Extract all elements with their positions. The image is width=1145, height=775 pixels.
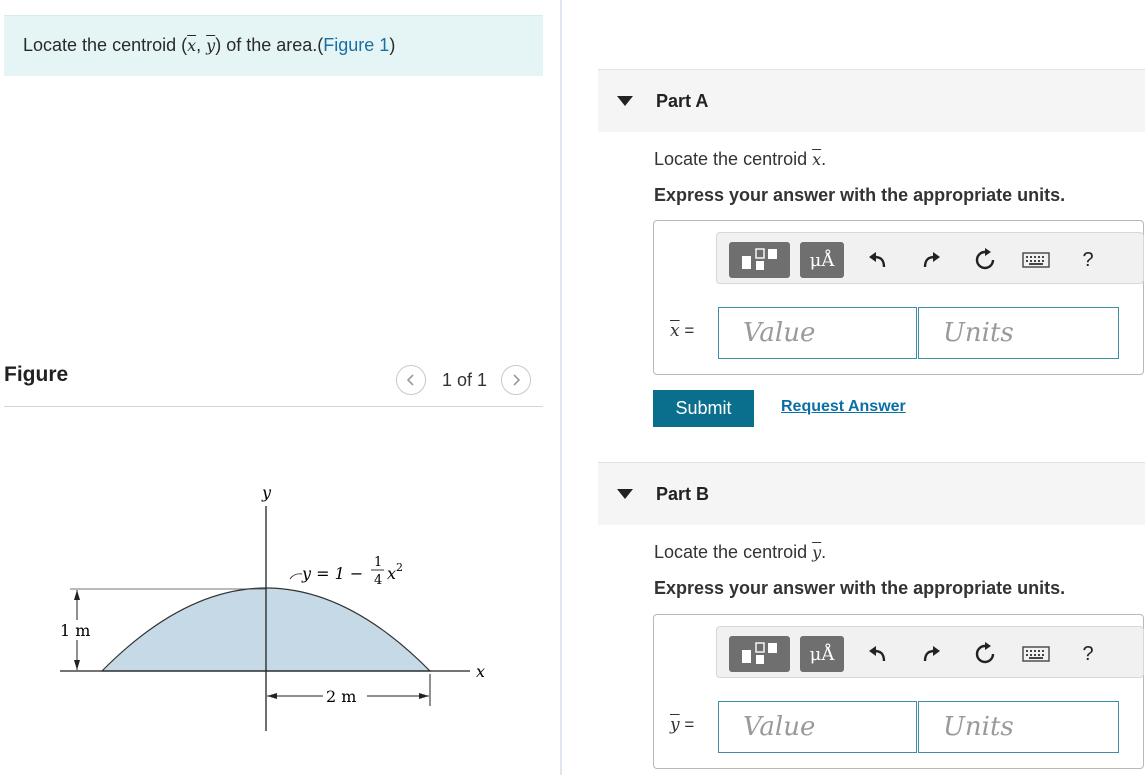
y-bar-symbol: y [206,36,216,55]
math-toolbar: μÅ ? [716,232,1144,284]
equation-variable: x [387,564,396,583]
equation-lhs: y = 1 − [301,564,363,583]
equals-sign: = [679,321,695,340]
problem-statement: Locate the centroid (x, y) of the area.(… [4,15,543,76]
keyboard-button[interactable] [1021,245,1051,275]
equation-numerator: 1 [374,555,382,570]
reset-button[interactable] [970,639,1000,669]
height-label: 1 m [60,621,90,640]
width-label: 2 m [326,687,356,706]
part-a-prompt: Locate the centroid x. [654,149,826,170]
part-a-instruction: Express your answer with the appropriate… [654,185,1066,205]
units-button[interactable]: μÅ [800,636,844,672]
value-input[interactable]: Value [718,307,917,359]
x-bar-symbol: x [812,150,822,169]
undo-icon [869,646,886,662]
reset-icon [975,248,995,270]
figure-title: Figure [4,363,69,386]
equation-leader [289,573,303,580]
y-bar-symbol: y [670,715,680,735]
panel-divider [560,0,562,775]
problem-text-end: ) [389,35,396,55]
submit-button[interactable]: Submit [653,390,754,427]
value-input[interactable]: Value [718,701,917,753]
part-b-header[interactable]: Part B [598,462,1145,525]
equation-denominator: 4 [374,573,382,588]
collapse-triangle-icon[interactable] [617,96,633,106]
height-arrow-top [74,590,80,600]
math-toolbar: μÅ ? [716,626,1144,678]
part-b-instruction: Express your answer with the appropriate… [654,578,1066,598]
width-arrow-right [419,693,429,699]
help-button[interactable]: ? [1073,639,1103,669]
part-b-prompt-end: . [821,542,827,562]
keyboard-icon [1022,646,1050,662]
x-axis-label: x [476,662,485,681]
part-b-title: Part B [656,484,710,504]
keyboard-button[interactable] [1021,639,1051,669]
height-arrow-bottom [74,660,80,670]
part-b-prompt: Locate the centroid y. [654,542,826,563]
undo-icon [869,252,886,268]
y-bar-symbol: y [812,543,822,562]
part-a-answer-box: μÅ ? x = Value Units [653,220,1144,375]
request-answer-link[interactable]: Request Answer [781,398,906,416]
equals-sign: = [679,715,695,734]
reset-button[interactable] [970,245,1000,275]
x-bar-symbol: x [187,36,197,55]
templates-icon [741,248,777,270]
equation-exponent: 2 [396,561,403,574]
templates-button[interactable] [729,636,790,672]
redo-button[interactable] [916,245,946,275]
undo-button[interactable] [863,639,893,669]
units-button[interactable]: μÅ [800,242,844,278]
y-bar-label: y = [670,715,694,735]
part-b-prompt-text: Locate the centroid [654,542,813,562]
x-bar-label: x = [670,321,694,341]
keyboard-icon [1022,252,1050,268]
x-bar-symbol: x [670,321,680,341]
undo-button[interactable] [863,245,893,275]
part-a-prompt-text: Locate the centroid [654,149,813,169]
width-arrow-left [267,693,277,699]
parabolic-area-diagram: y x 1 m 2 m y = 1 − 1 4 x 2 [58,483,485,731]
y-axis-label: y [261,483,272,502]
prev-figure-button[interactable] [396,365,426,395]
figure-counter: 1 of 1 [442,369,488,390]
part-a-header[interactable]: Part A [598,69,1145,132]
problem-text-start: Locate the centroid ( [23,35,188,55]
figure-divider [4,406,543,407]
figure-pager: 1 of 1 [396,365,532,395]
redo-icon [923,646,940,662]
redo-icon [923,252,940,268]
templates-button[interactable] [729,242,790,278]
units-input[interactable]: Units [918,701,1119,753]
templates-icon [741,642,777,664]
chevron-left-icon [406,374,414,386]
redo-button[interactable] [916,639,946,669]
next-figure-button[interactable] [501,365,532,395]
collapse-triangle-icon[interactable] [617,489,633,499]
part-a-title: Part A [656,91,709,111]
part-b-answer-box: μÅ ? y = Value Units [653,614,1144,769]
units-input[interactable]: Units [918,307,1119,359]
chevron-right-icon [513,374,521,386]
problem-separator: , [196,35,207,55]
reset-icon [975,642,995,664]
figure-link[interactable]: Figure 1 [323,35,389,55]
problem-text-mid: ) of the area.( [215,35,324,55]
part-a-prompt-end: . [821,149,827,169]
help-button[interactable]: ? [1073,245,1103,275]
